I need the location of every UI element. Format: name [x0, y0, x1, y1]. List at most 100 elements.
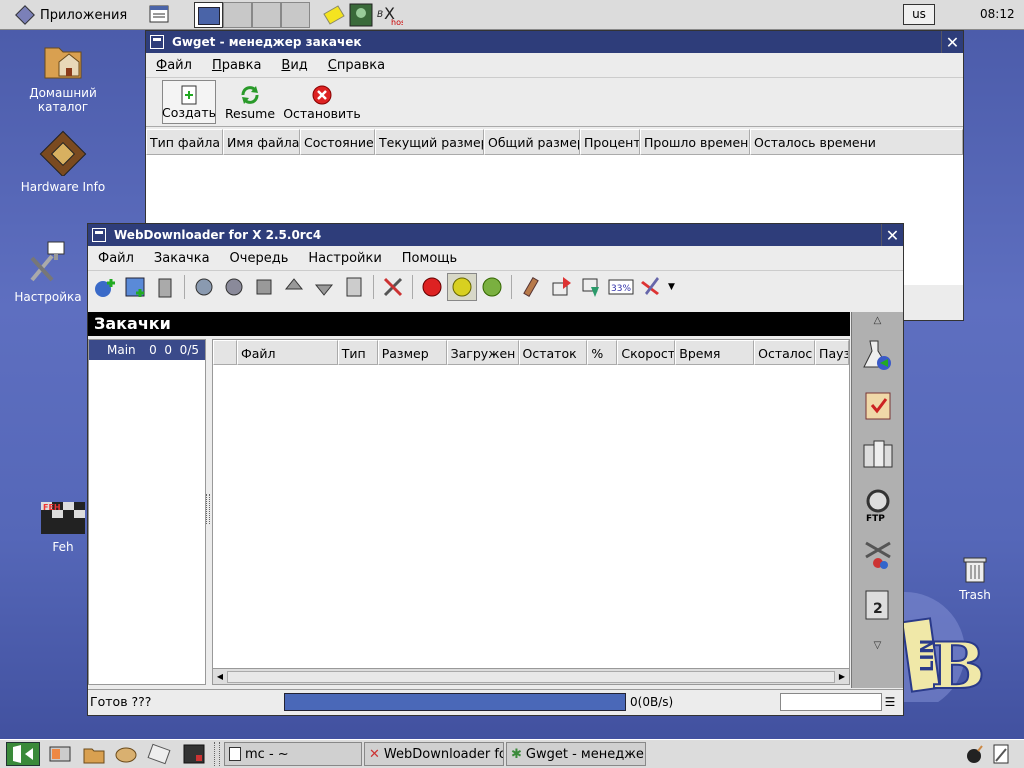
resume-button[interactable]: Resume [222, 80, 278, 124]
logout-icon[interactable] [6, 742, 40, 766]
col-remain[interactable]: Остаток [518, 340, 588, 365]
home-launcher-icon[interactable] [82, 743, 106, 768]
speed-limit-field[interactable] [780, 692, 882, 711]
yellow-light-icon[interactable] [447, 272, 477, 301]
pause-download-icon[interactable] [249, 273, 279, 301]
menu-help[interactable]: Справка [318, 58, 395, 73]
move-down-icon[interactable] [309, 273, 339, 301]
col-file-name[interactable]: Имя файла [223, 129, 300, 155]
notepad-icon[interactable] [990, 743, 1012, 768]
panel-handle[interactable] [214, 742, 220, 766]
task-gwget[interactable]: ✱ Gwget - менеджер [506, 742, 646, 766]
desktop-hardware-info[interactable]: Hardware Info [8, 130, 118, 194]
bomb-icon[interactable] [964, 743, 986, 768]
wd-titlebar[interactable]: WebDownloader for X 2.5.0rc4 ✕ [88, 224, 903, 246]
gwget-column-header: Тип файла Имя файла Состояние Текущий ра… [146, 129, 963, 155]
database-icon[interactable] [852, 430, 903, 480]
add-from-clipboard-icon[interactable] [120, 273, 150, 301]
stop-button[interactable]: Остановить [283, 80, 361, 124]
clipboard-check-icon[interactable] [852, 380, 903, 430]
terminal-app-icon[interactable] [349, 3, 373, 30]
delete-download-icon[interactable] [150, 273, 180, 301]
new-download-button[interactable]: Создать [162, 80, 216, 124]
xhost-icon[interactable]: BXhost [375, 3, 408, 30]
speed-meter-icon[interactable]: 33% [606, 273, 636, 301]
import-icon[interactable] [576, 273, 606, 301]
col-state[interactable]: Состояние [300, 129, 375, 155]
keyboard-layout[interactable]: us [903, 4, 935, 25]
stop-download-icon[interactable] [219, 273, 249, 301]
scrollbar-thumb[interactable] [227, 670, 835, 683]
workspace-3[interactable] [252, 2, 281, 28]
exit-icon[interactable] [636, 273, 666, 301]
properties-icon[interactable] [339, 273, 369, 301]
clock[interactable]: 08:12 [980, 7, 1015, 21]
col-pause[interactable]: Пауз [815, 340, 849, 365]
horizontal-scrollbar[interactable]: ◀ ▶ [213, 668, 849, 684]
notes-icon[interactable] [322, 4, 346, 29]
col-file-type[interactable]: Тип файла [146, 129, 223, 155]
add-download-icon[interactable] [90, 273, 120, 301]
col-percent[interactable]: Процент [580, 129, 640, 155]
chevron-down-icon[interactable]: ▼ [668, 282, 675, 292]
workspace-4[interactable] [281, 2, 310, 28]
flask-download-icon[interactable] [852, 330, 903, 380]
gwget-titlebar[interactable]: Gwget - менеджер закачек ✕ [146, 31, 963, 53]
col-time-left[interactable]: Осталос [754, 340, 816, 365]
col-file[interactable]: Файл [236, 340, 338, 365]
close-button[interactable]: ✕ [881, 224, 903, 246]
window-menu-button[interactable] [150, 35, 164, 49]
menu-edit[interactable]: Правка [202, 58, 271, 73]
launcher-icon[interactable] [48, 743, 72, 768]
scroll-up-icon[interactable]: △ [852, 312, 903, 330]
network-tools-icon[interactable] [852, 530, 903, 580]
col-elapsed[interactable]: Прошло времени [640, 129, 750, 155]
workspace-1[interactable] [194, 2, 223, 28]
menu-queue[interactable]: Очередь [220, 251, 299, 266]
col-percent[interactable]: % [587, 340, 618, 365]
move-up-icon[interactable] [279, 273, 309, 301]
col-total-size[interactable]: Общий размер [484, 129, 580, 155]
start-download-icon[interactable] [189, 273, 219, 301]
scroll-right-icon[interactable]: ▶ [835, 672, 849, 681]
menu-help[interactable]: Помощь [392, 251, 467, 266]
menu-settings[interactable]: Настройки [298, 251, 391, 266]
pane-splitter[interactable] [206, 494, 210, 524]
scroll-left-icon[interactable]: ◀ [213, 672, 227, 681]
close-button[interactable]: ✕ [941, 31, 963, 53]
export-icon[interactable] [546, 273, 576, 301]
menu-file[interactable]: Файл [146, 58, 202, 73]
menu-download[interactable]: Закачка [144, 251, 220, 266]
menu-view[interactable]: Вид [271, 58, 317, 73]
col-speed[interactable]: Скорост [617, 340, 676, 365]
col-time[interactable]: Время [675, 340, 755, 365]
col-remaining[interactable]: Осталось времени [750, 129, 963, 155]
window-list-icon[interactable] [148, 3, 170, 28]
desktop-trash[interactable]: Trash [920, 552, 1024, 602]
red-light-icon[interactable] [417, 273, 447, 301]
green-light-icon[interactable] [477, 273, 507, 301]
col-size[interactable]: Размер [377, 340, 447, 365]
col-type[interactable]: Тип [337, 340, 378, 365]
window-menu-button[interactable] [92, 228, 106, 242]
scroll-down-icon[interactable]: ▽ [852, 638, 903, 654]
task-webdownloader[interactable]: ✕ WebDownloader for [364, 742, 504, 766]
file-manager-icon[interactable] [114, 743, 138, 768]
scheduler-icon[interactable]: 2 [852, 580, 903, 630]
menu-file[interactable]: Файл [88, 251, 144, 266]
options-tools-icon[interactable] [378, 273, 408, 301]
ftp-search-icon[interactable]: FTP [852, 480, 903, 530]
col-loaded[interactable]: Загружен [446, 340, 519, 365]
col-status[interactable] [213, 340, 237, 365]
terminal-launcher-icon[interactable] [182, 743, 206, 768]
clear-icon[interactable] [516, 273, 546, 301]
download-list[interactable]: Файл Тип Размер Загружен Остаток % Скоро… [212, 339, 850, 685]
scroll-app-icon[interactable] [146, 743, 172, 768]
workspace-2[interactable] [223, 2, 252, 28]
speed-menu-icon[interactable]: ☰ [882, 695, 898, 709]
col-current-size[interactable]: Текущий размер [375, 129, 484, 155]
desktop-home-folder[interactable]: Домашний каталог [8, 38, 118, 114]
applications-menu[interactable]: Приложения [15, 4, 127, 26]
queue-item-main[interactable]: Main 0 0 0/5 [89, 340, 205, 360]
task-mc[interactable]: mc - ~ [224, 742, 362, 766]
